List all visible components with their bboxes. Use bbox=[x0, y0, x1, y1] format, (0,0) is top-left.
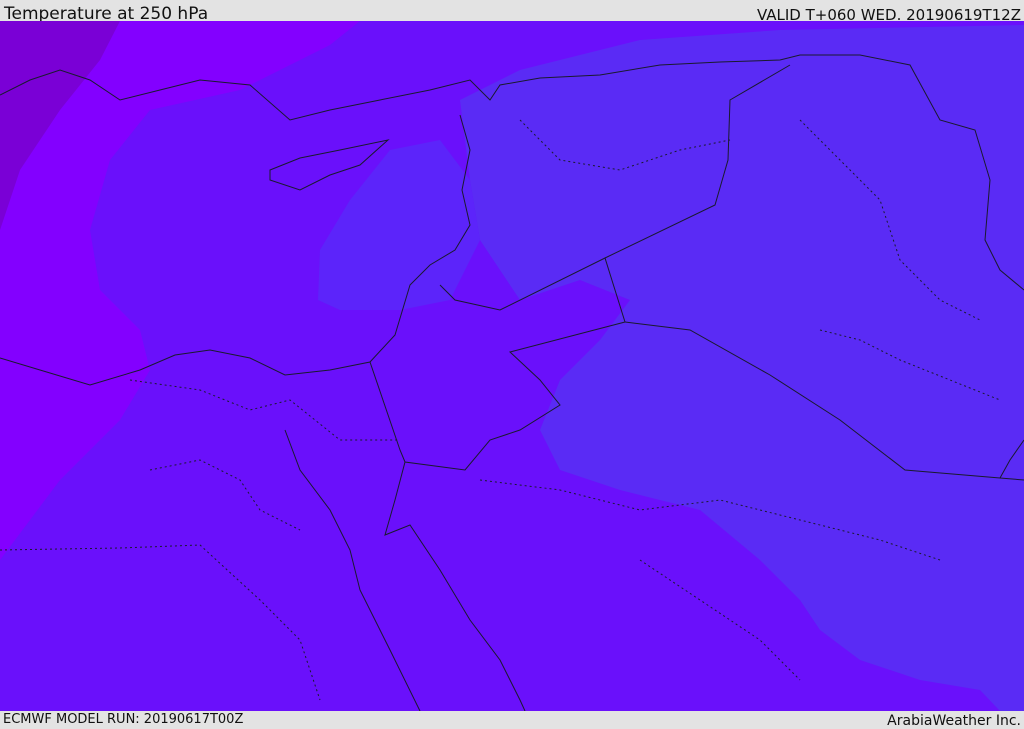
credit-label: ArabiaWeather Inc. bbox=[887, 713, 1021, 729]
model-run-label: ECMWF MODEL RUN: 20190617T00Z bbox=[3, 712, 244, 727]
header-bar: Temperature at 250 hPa VALID T+060 WED. … bbox=[0, 0, 1024, 24]
temperature-map bbox=[0, 21, 1024, 711]
